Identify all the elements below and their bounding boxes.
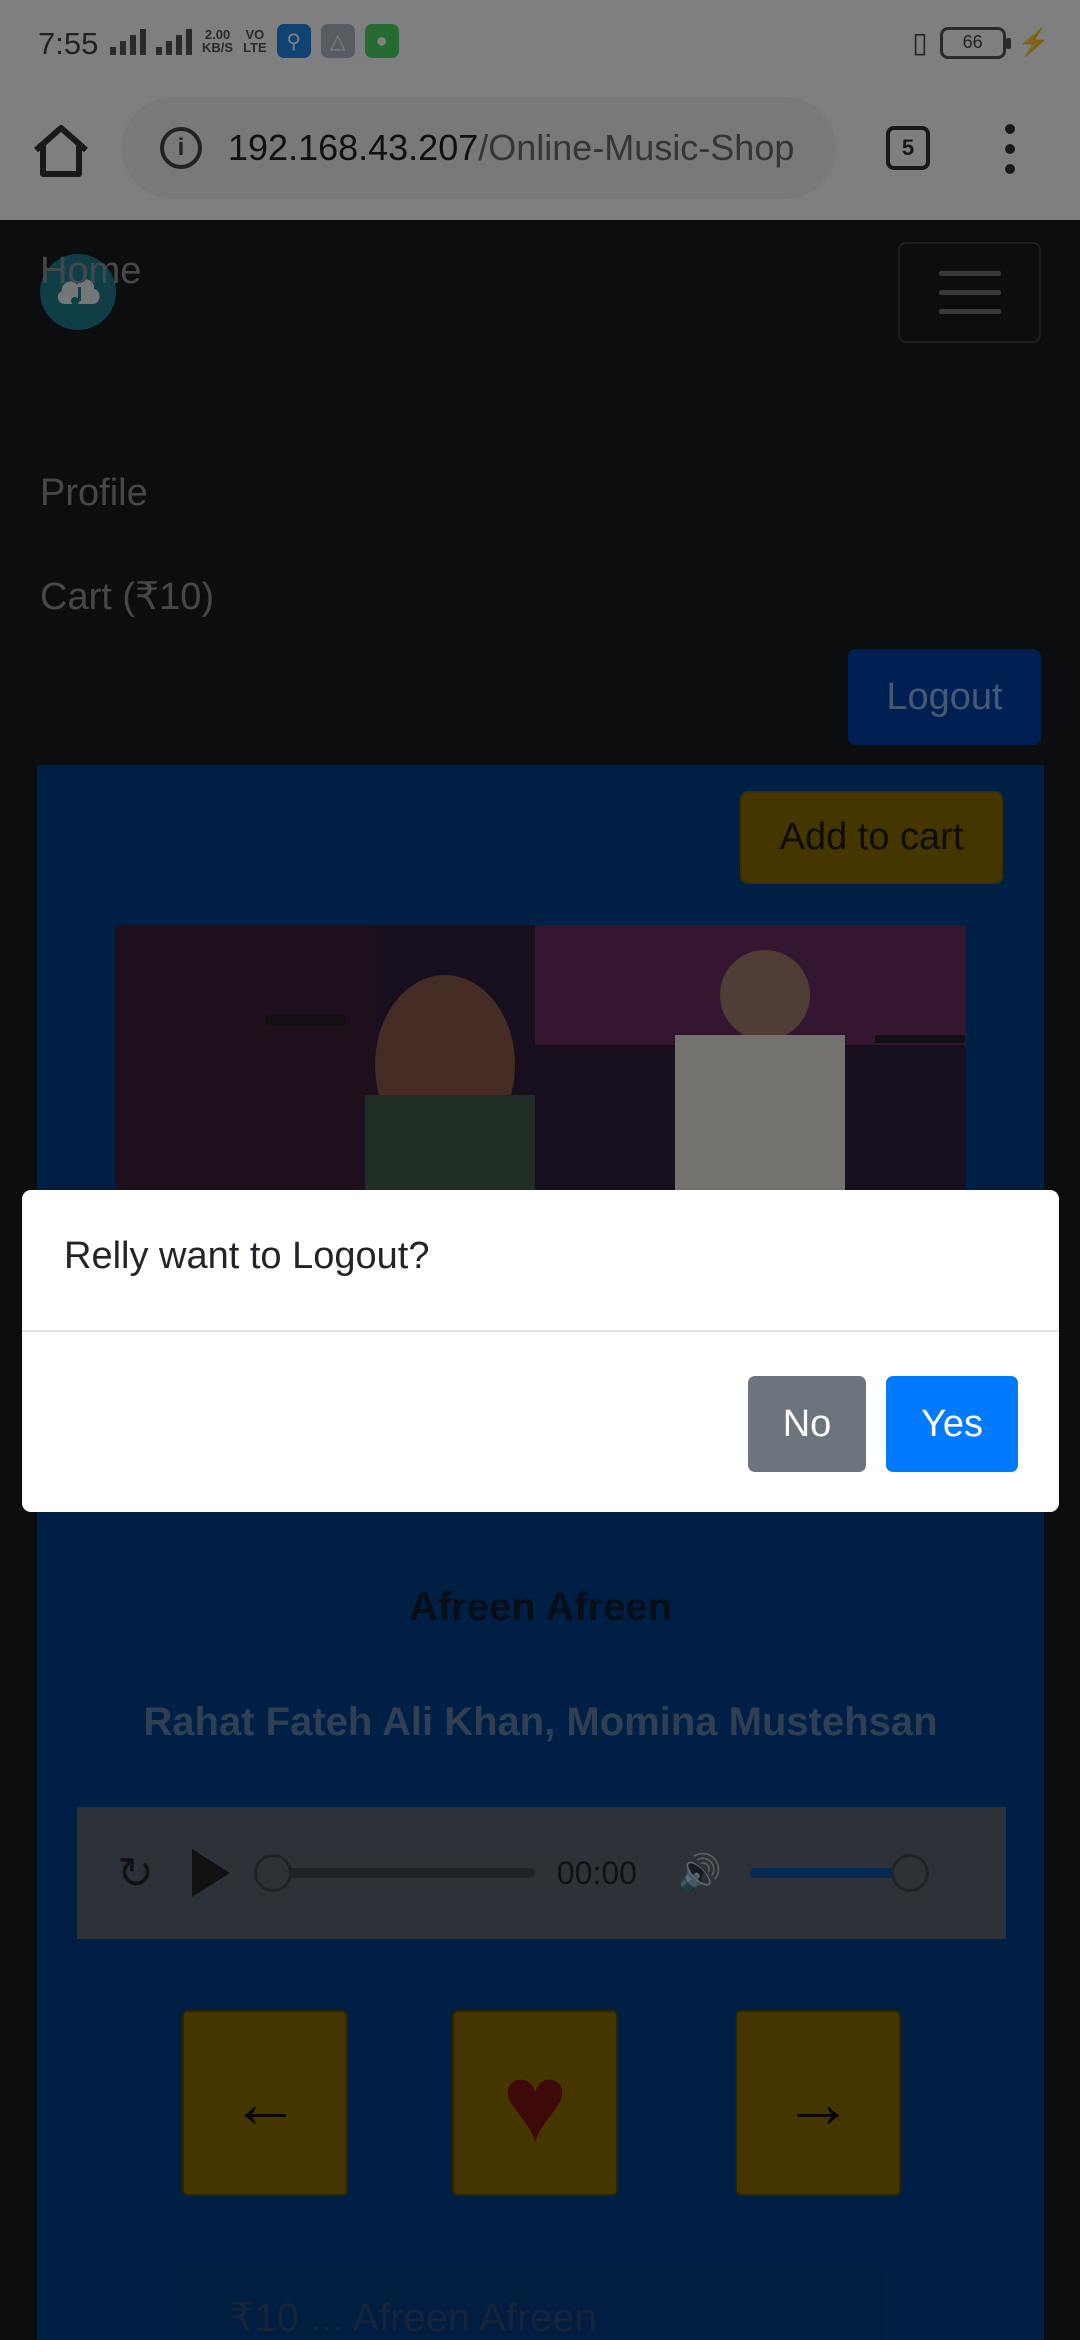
no-button[interactable]: No: [748, 1376, 866, 1472]
yes-button[interactable]: Yes: [886, 1376, 1018, 1472]
dialog-message: Relly want to Logout?: [64, 1235, 430, 1277]
logout-confirm-dialog: Relly want to Logout? No Yes: [22, 1190, 1059, 1512]
modal-backdrop[interactable]: [0, 0, 1080, 2340]
dialog-divider: [22, 1330, 1059, 1332]
